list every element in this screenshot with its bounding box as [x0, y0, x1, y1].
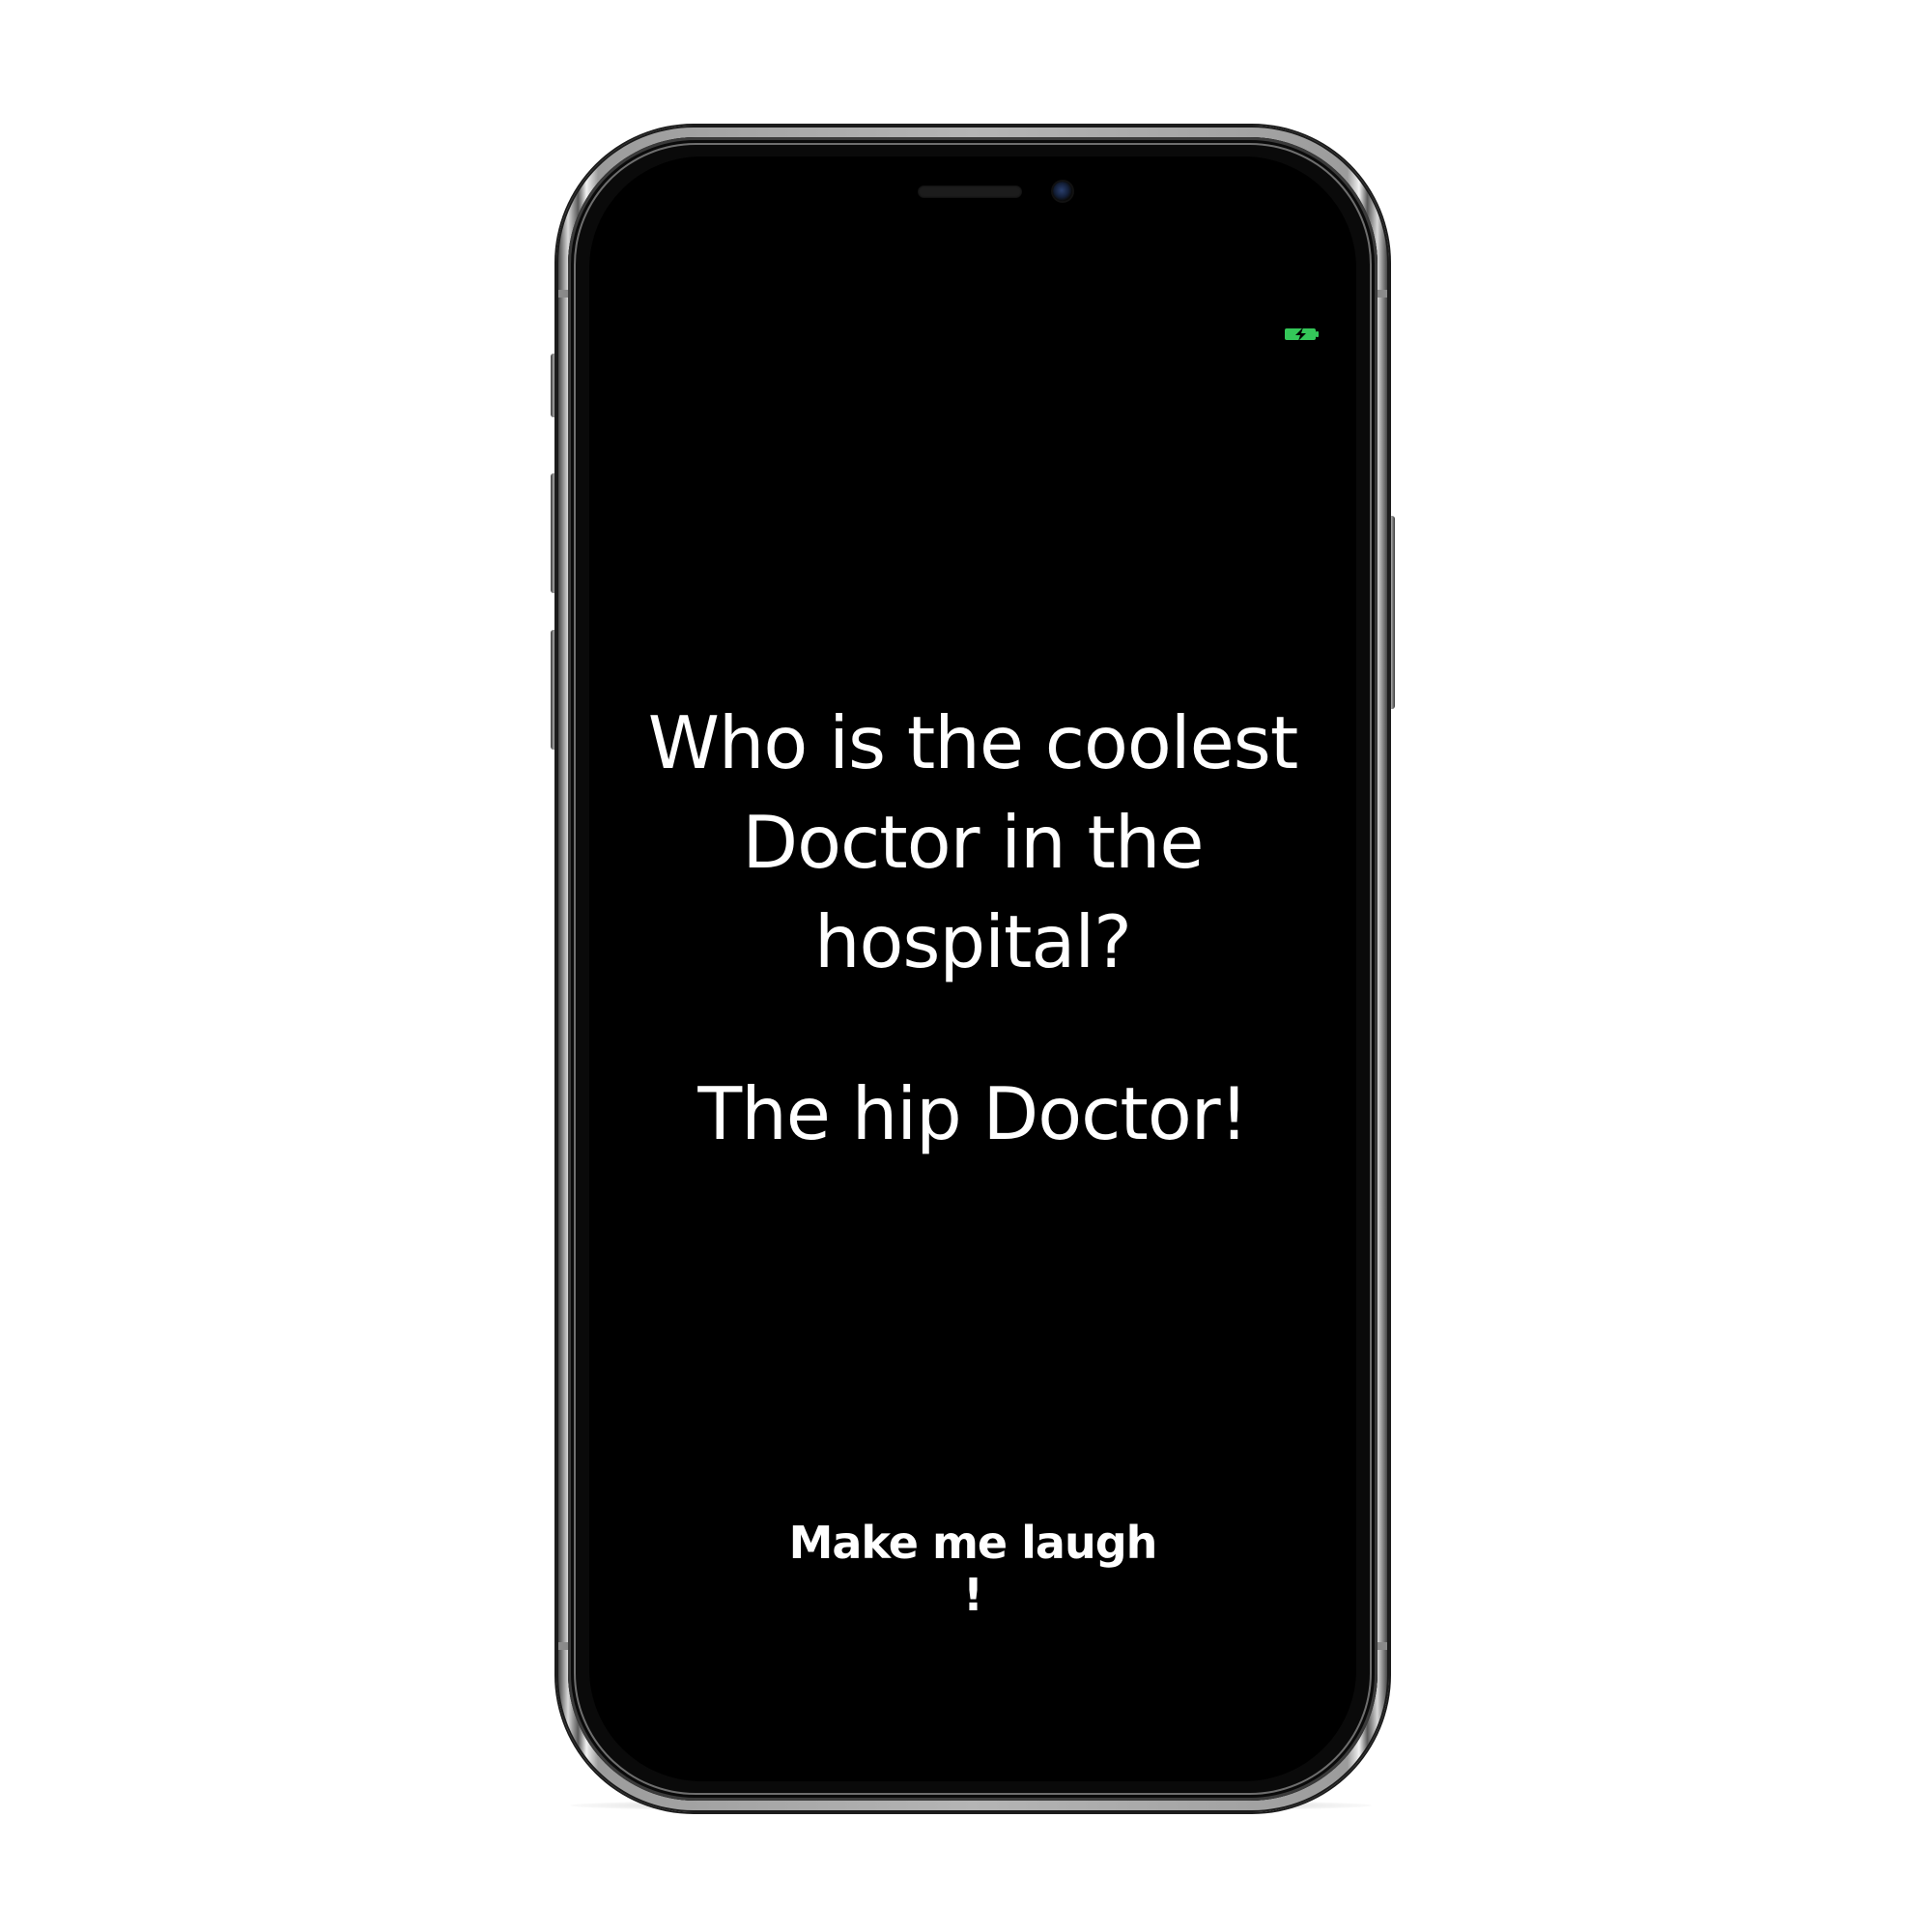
joke-question: Who is the coolest Doctor in the hospita… [647, 700, 1299, 984]
app-screen: Who is the coolest Doctor in the hospita… [589, 156, 1356, 1781]
battery-charging-icon [1285, 327, 1319, 341]
antenna-band [558, 290, 568, 298]
make-me-laugh-button[interactable]: Make me laugh ! [780, 1517, 1166, 1621]
antenna-band [1378, 290, 1387, 298]
antenna-band [1378, 1642, 1387, 1650]
battery-tip [1316, 331, 1319, 337]
front-camera [1053, 182, 1072, 201]
earpiece-speaker [918, 185, 1022, 198]
joke-answer: The hip Doctor! [697, 1071, 1248, 1156]
antenna-band [558, 1642, 568, 1650]
joke-content: Who is the coolest Doctor in the hospita… [589, 694, 1356, 1164]
